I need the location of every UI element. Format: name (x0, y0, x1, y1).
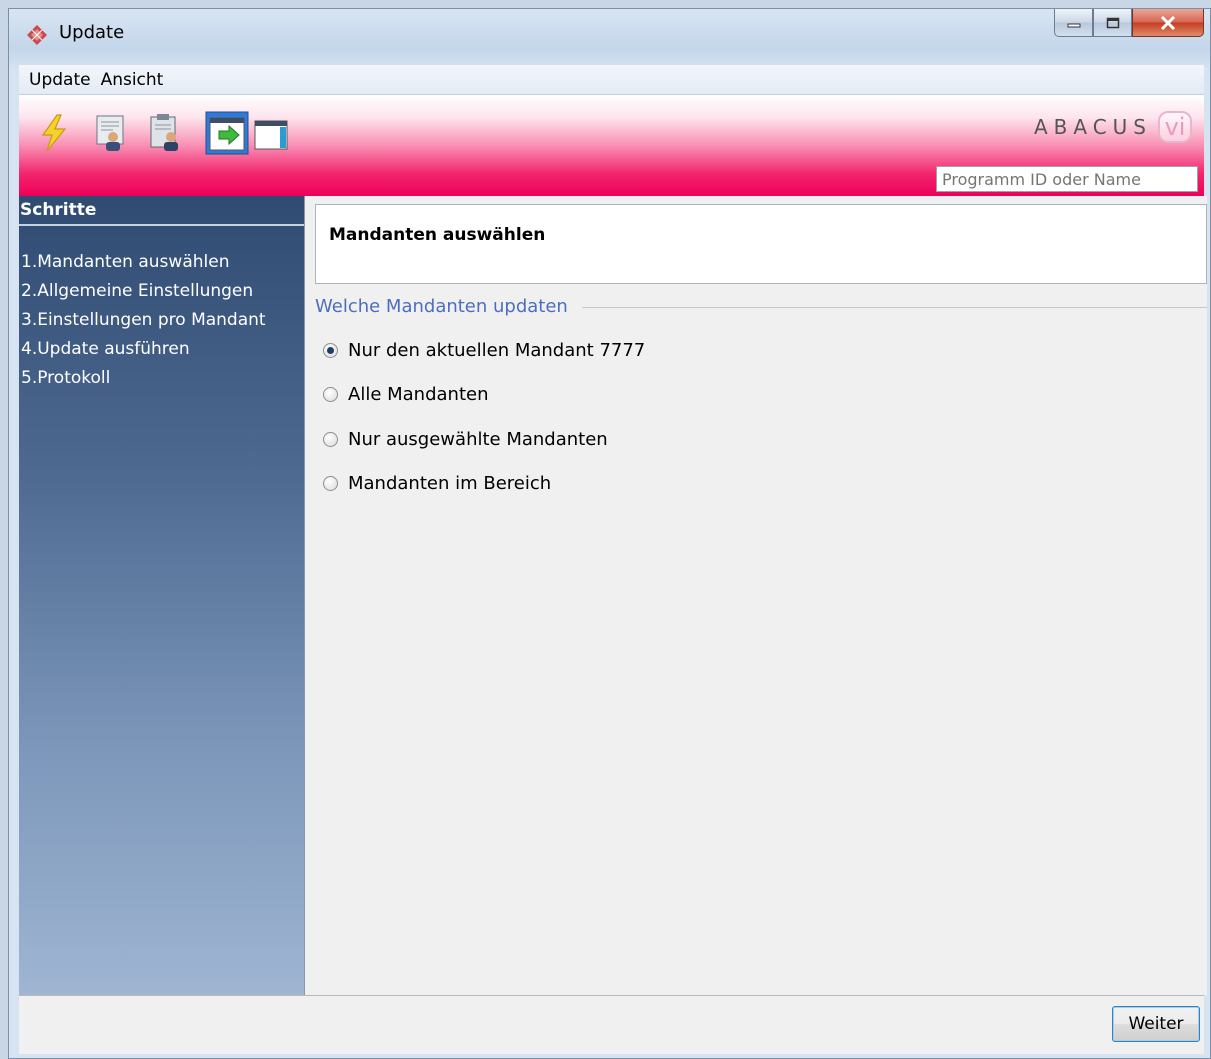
option-current-client[interactable]: Nur den aktuellen Mandant 7777 (323, 340, 645, 361)
menu-ansicht[interactable]: Ansicht (101, 70, 164, 90)
radio-button[interactable] (323, 476, 338, 491)
maximize-button[interactable] (1093, 9, 1132, 37)
lightning-icon[interactable] (35, 113, 73, 153)
step-header: Mandanten auswählen (315, 204, 1207, 284)
document-person-icon[interactable] (93, 113, 131, 153)
main-panel: Mandanten auswählen Welche Mandanten upd… (304, 196, 1207, 995)
menu-update[interactable]: Update (29, 70, 91, 90)
close-button[interactable] (1132, 9, 1204, 37)
step-title: Mandanten auswählen (329, 225, 546, 245)
sidebar-title: Schritte (19, 200, 304, 226)
app-diamond-icon (27, 25, 47, 45)
window-arrow-icon[interactable] (205, 111, 249, 155)
program-search-input[interactable] (936, 166, 1198, 192)
radio-label[interactable]: Alle Mandanten (348, 384, 488, 405)
brand-badge: vi (1158, 111, 1192, 143)
radio-label[interactable]: Nur ausgewählte Mandanten (348, 429, 608, 450)
next-button[interactable]: Weiter (1112, 1006, 1200, 1042)
clipboard-person-icon[interactable] (147, 113, 185, 153)
restore-icon (1106, 17, 1119, 28)
window-controls (1054, 9, 1204, 39)
group-label: Welche Mandanten updaten (315, 296, 582, 317)
brand-name: ABACUS (1033, 115, 1152, 139)
radio-button[interactable] (323, 343, 338, 358)
radio-label[interactable]: Nur den aktuellen Mandant 7777 (348, 340, 645, 361)
update-window: Update Update Ansicht ABACUS vi Programm… (8, 8, 1211, 1059)
title-bar: Update (9, 9, 1210, 59)
step-item[interactable]: 4.Update ausführen (21, 335, 266, 364)
toolbar: ABACUS vi (19, 95, 1204, 196)
step-item[interactable]: 1.Mandanten auswählen (21, 248, 266, 277)
minimize-button[interactable] (1054, 9, 1093, 37)
step-item[interactable]: 5.Protokoll (21, 364, 266, 393)
close-icon (1160, 15, 1176, 30)
step-item[interactable]: 2.Allgemeine Einstellungen (21, 277, 266, 306)
option-selected-clients[interactable]: Nur ausgewählte Mandanten (323, 429, 608, 450)
radio-selected-dot (327, 347, 334, 354)
steps-sidebar: Schritte 1.Mandanten auswählen 2.Allgeme… (19, 196, 304, 995)
window-icon[interactable] (253, 113, 289, 153)
radio-label[interactable]: Mandanten im Bereich (348, 473, 551, 494)
window-title: Update (59, 22, 125, 43)
steps-list: 1.Mandanten auswählen 2.Allgemeine Einst… (21, 248, 266, 393)
radio-button[interactable] (323, 432, 338, 447)
menu-bar: Update Ansicht (19, 65, 1204, 95)
minimize-icon (1067, 23, 1080, 27)
option-client-range[interactable]: Mandanten im Bereich (323, 473, 551, 494)
step-item[interactable]: 3.Einstellungen pro Mandant (21, 306, 266, 335)
footer-bar: Weiter (19, 995, 1204, 1054)
abacus-logo: ABACUS vi (1034, 111, 1192, 143)
option-all-clients[interactable]: Alle Mandanten (323, 384, 488, 405)
radio-button[interactable] (323, 387, 338, 402)
